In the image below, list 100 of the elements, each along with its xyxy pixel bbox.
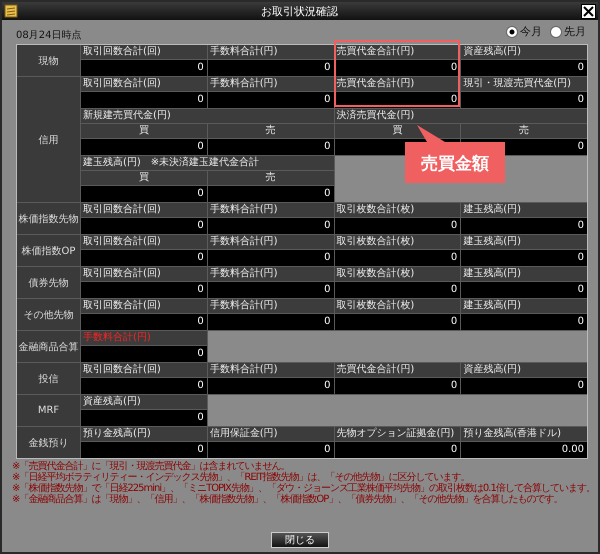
value-cell: 0 [334,60,460,76]
column-header: 手数料合計(円) [208,363,334,377]
column-header: 取引枚数合計(枚) [334,299,460,313]
column-header: 取引回数合計(回) [81,203,207,217]
as-of-date: 08月24日時点 [16,28,82,42]
column-header: 資産残高(円) [461,45,587,59]
group-header: 建玉残高(円) ※未決済建玉建代金合計 [81,156,334,170]
column-header: 現引・現渡売買代金(円) [461,77,587,91]
callout-label: 売買金額 [405,125,505,183]
row-label: 信用 [17,77,80,202]
column-header: 取引枚数合計(枚) [334,235,460,249]
value-cell: 0 [208,60,334,76]
row-label: 投信 [17,363,80,394]
value-cell: 0 [208,378,334,394]
value-cell: 0 [208,442,334,458]
column-header: 建玉残高(円) [461,235,587,249]
row-label: 金銭預り [17,427,80,458]
value-cell: 0 [81,218,207,234]
window-title: お取引状況確認 [261,4,338,18]
value-cell: 0 [334,282,460,298]
column-header: 売 [461,124,587,138]
value-cell: 0 [81,60,207,76]
value-cell: 0 [208,92,334,108]
column-header: 取引回数合計(回) [81,299,207,313]
column-header: 建玉残高(円) [461,299,587,313]
value-cell: 0 [334,314,460,330]
value-cell: 0 [81,378,207,394]
column-header: 預り金残高(円) [81,427,207,441]
value-cell: 0 [208,282,334,298]
value-cell: 0 [208,139,334,155]
row-label: 株価指数OP [17,235,80,266]
footnote: ※「株価指数先物」で「日経225mini」、「ミニTOPIX先物」、「ダウ・ジョーンズ工業株価平均先物」の取引枚数は0.1倍して合算しています。 [12,483,596,494]
column-header: 売 [208,171,334,185]
group-header: 決済売買代金(円) [334,109,587,123]
notepad-icon [4,4,18,18]
value-cell: 0 [208,218,334,234]
column-header: 買 [81,171,207,185]
radio-button[interactable]: 先月 [550,24,586,39]
column-header: 取引回数合計(回) [81,235,207,249]
value-cell: 0 [81,410,207,426]
value-cell: 0 [461,314,587,330]
column-header: 取引枚数合計(枚) [334,267,460,281]
column-header: 先物オプション証拠金(円) [334,427,460,441]
value-cell: 0 [208,186,334,202]
value-cell: 0 [81,139,207,155]
column-header: 手数料合計(円) [208,267,334,281]
column-header: 取引回数合計(回) [81,267,207,281]
column-header: 信用保証金(円) [208,427,334,441]
row-label: 債券先物 [17,267,80,298]
column-header: 手数料合計(円) [81,331,207,345]
column-header: 手数料合計(円) [208,299,334,313]
value-cell: 0 [81,250,207,266]
column-header: 売買代金合計(円) [334,77,460,91]
footnote: ※「売買代金合計」に「現引・現渡売買代金」は含まれていません。 [12,461,290,472]
row-label: その他先物 [17,299,80,330]
row-label: 株価指数先物 [17,203,80,234]
column-header: 買 [81,124,207,138]
value-cell: 0 [208,250,334,266]
column-header: 取引枚数合計(枚) [334,203,460,217]
column-header: 資産残高(円) [81,395,207,409]
value-cell: 0 [461,92,587,108]
value-cell: 0.00 [461,442,587,458]
column-header: 売買代金合計(円) [334,363,460,377]
value-cell: 0 [81,282,207,298]
value-cell: 0 [334,250,460,266]
footnote: ※「日経平均ボラティリティー・インデックス先物」、「REIT指数先物」は、「その他先物」に区分しています。 [12,472,471,483]
value-cell: 0 [334,442,460,458]
column-header: 取引回数合計(回) [81,363,207,377]
column-header: 取引回数合計(回) [81,77,207,91]
group-header: 新規建売買代金(円) [81,109,334,123]
column-header: 手数料合計(円) [208,77,334,91]
value-cell: 0 [334,378,460,394]
row-label: MRF [17,395,80,426]
value-cell: 0 [81,314,207,330]
value-cell: 0 [461,60,587,76]
value-cell: 0 [461,282,587,298]
value-cell: 0 [81,186,207,202]
row-label: 金融商品合算 [17,331,80,362]
column-header: 売 [208,124,334,138]
value-cell: 0 [461,218,587,234]
footnote: ※「金融商品合算」は「現物」、「信用」、「株価指数先物」、「株価指数OP」、「債券先物」、「その他先物」を合算したものです。 [12,494,564,505]
column-header: 取引回数合計(回) [81,45,207,59]
column-header: 資産残高(円) [461,363,587,377]
value-cell: 0 [81,92,207,108]
column-header: 建玉残高(円) [461,267,587,281]
column-header: 手数料合計(円) [208,235,334,249]
value-cell: 0 [81,442,207,458]
row-label: 現物 [17,45,80,76]
radio-button[interactable]: 今月 [506,24,542,39]
column-header: 手数料合計(円) [208,45,334,59]
column-header: 売買代金合計(円) [334,45,460,59]
close-button[interactable] [581,4,596,18]
value-cell: 0 [461,250,587,266]
column-header: 建玉残高(円) [461,203,587,217]
column-header: 預り金残高(香港ドル) [461,427,587,441]
close-dialog-button[interactable]: 閉じる [271,532,329,548]
column-header: 手数料合計(円) [208,203,334,217]
value-cell: 0 [81,346,207,362]
value-cell: 0 [461,378,587,394]
value-cell: 0 [208,314,334,330]
